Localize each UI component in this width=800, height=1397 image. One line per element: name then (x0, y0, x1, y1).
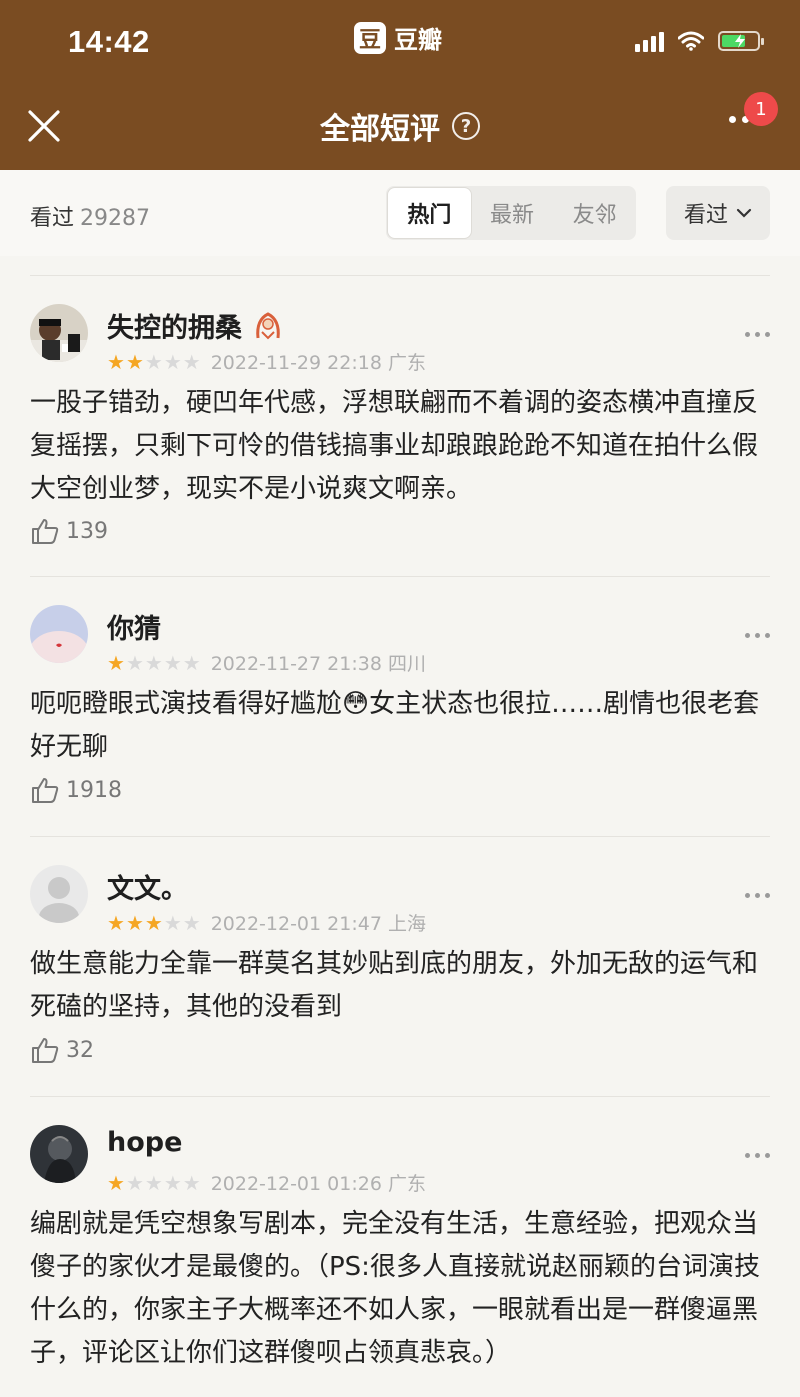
like-count: 32 (66, 1037, 94, 1063)
comment-date-location: 2022-12-01 21:47 上海 (210, 913, 426, 935)
comment-meta: ★ ★ ★ ★ ★ 2022-11-29 22:18 广东 (107, 348, 426, 375)
rating-stars: ★ ★ ★ ★ ★ (107, 653, 201, 673)
star-icon: ★ (163, 910, 182, 935)
star-icon: ★ (163, 349, 182, 374)
status-select-label: 看过 (683, 203, 728, 228)
username[interactable]: 文文。 (107, 867, 188, 906)
rating-stars: ★ ★ ★ ★ ★ (107, 913, 201, 933)
signal-icon (635, 30, 664, 52)
tab-friends[interactable]: 友邻 (553, 188, 636, 238)
watched-count: 看过 29287 (30, 200, 150, 232)
star-icon: ★ (144, 650, 163, 675)
avatar[interactable] (30, 605, 88, 663)
watched-label: 看过 (30, 206, 75, 231)
menu-dots-icon[interactable] (745, 893, 770, 898)
thumbs-up-icon (32, 519, 59, 544)
status-time: 14:42 (68, 24, 150, 59)
comment-text: 做生意能力全靠一群莫名其妙贴到底的朋友，外加无敌的运气和死磕的坚持，其他的没看到 (30, 949, 759, 1022)
comment-list: 失控的拥桑 ★ ★ ★ ★ ★ 2022-11-29 22:18 广东 一股子错劲，硬凹… (30, 275, 770, 1397)
tab-latest[interactable]: 最新 (471, 188, 554, 238)
thumbs-up-icon (32, 1038, 59, 1063)
star-icon: ★ (107, 1170, 125, 1195)
star-icon: ★ (182, 1170, 201, 1195)
status-select[interactable]: 看过 (666, 186, 770, 240)
star-icon: ★ (125, 650, 144, 675)
like-count: 139 (66, 518, 108, 544)
comment-date-location: 2022-11-29 22:18 广东 (210, 352, 426, 374)
comment-text: 一股子错劲，硬凹年代感，浮想联翩而不着调的姿态横冲直撞反复摇摆，只剩下可怜的借钱… (30, 388, 759, 504)
username-text: 你猜 (107, 614, 161, 645)
tab-hot[interactable]: 热门 (388, 188, 471, 238)
comment-meta: ★ ★ ★ ★ ★ 2022-12-01 21:47 上海 (107, 909, 426, 936)
comment-text: 编剧就是凭空想象写剧本，完全没有生活，生意经验，把观众当傻子的家伙才是最傻的。（… (30, 1209, 760, 1368)
sort-tabs: 热门 最新 友邻 (386, 186, 636, 240)
star-icon: ★ (163, 1170, 182, 1195)
douban-logo-icon: 豆 (354, 21, 386, 54)
username[interactable]: 失控的拥桑 (107, 306, 286, 345)
rating-stars: ★ ★ ★ ★ ★ (107, 1173, 201, 1193)
comment-date-location: 2022-11-27 21:38 四川 (210, 653, 426, 675)
star-icon: ★ (144, 349, 163, 374)
chevron-down-icon (736, 208, 752, 218)
username-text: 失控的拥桑 (107, 313, 242, 344)
like-button[interactable]: 139 (30, 516, 108, 546)
star-icon: ★ (125, 910, 144, 935)
username[interactable]: 你猜 (107, 607, 161, 646)
menu-dots-icon[interactable] (745, 1153, 770, 1158)
star-icon: ★ (182, 349, 201, 374)
app-name: 豆瓣 (394, 26, 442, 54)
username[interactable]: hope (107, 1127, 182, 1158)
username-text: hope (107, 1127, 183, 1158)
battery-icon (718, 31, 764, 51)
wifi-icon (678, 31, 704, 51)
watched-number: 29287 (80, 206, 151, 231)
status-icons (635, 30, 764, 52)
page-title-wrap: 全部短评 ? (0, 104, 800, 148)
comment-item: hope ★ ★ ★ ★ ★ 2022-12-01 01:26 广东 编剧就是凭空想象写… (30, 1097, 770, 1397)
notification-badge: 1 (744, 92, 778, 126)
avatar[interactable] (30, 1125, 88, 1183)
comment-date-location: 2022-12-01 01:26 广东 (210, 1173, 426, 1195)
star-icon: ★ (125, 349, 144, 374)
badge-figure-icon (256, 311, 280, 339)
avatar[interactable] (30, 865, 88, 923)
avatar[interactable] (30, 304, 88, 362)
comment-text: 呃呃瞪眼式演技看得好尴尬😳女主状态也很拉……剧情也很老套好无聊 (30, 689, 760, 762)
page-title: 全部短评 (320, 112, 440, 147)
like-button[interactable]: 1918 (30, 775, 122, 805)
app-logo: 豆 豆瓣 (354, 20, 442, 55)
comment-meta: ★ ★ ★ ★ ★ 2022-12-01 01:26 广东 (107, 1169, 426, 1196)
like-button[interactable]: 32 (30, 1035, 94, 1065)
menu-dots-icon[interactable] (745, 332, 770, 337)
star-icon: ★ (125, 1170, 144, 1195)
star-icon: ★ (107, 650, 125, 675)
comment-item: 文文。 ★ ★ ★ ★ ★ 2022-12-01 21:47 上海 做生意能力全靠一群莫… (30, 837, 770, 1097)
like-count: 1918 (66, 777, 122, 803)
comment-item: 你猜 ★ ★ ★ ★ ★ 2022-11-27 21:38 四川 呃呃瞪眼式演技看得好尴… (30, 577, 770, 837)
help-icon[interactable]: ? (452, 112, 480, 140)
star-icon: ★ (163, 650, 182, 675)
menu-dots-icon[interactable] (745, 633, 770, 638)
filter-bar: 看过 29287 热门 最新 友邻 看过 (0, 170, 800, 256)
comment-item: 失控的拥桑 ★ ★ ★ ★ ★ 2022-11-29 22:18 广东 一股子错劲，硬凹… (30, 276, 770, 577)
star-icon: ★ (107, 349, 125, 374)
star-icon: ★ (182, 910, 201, 935)
star-icon: ★ (182, 650, 201, 675)
star-icon: ★ (144, 910, 163, 935)
rating-stars: ★ ★ ★ ★ ★ (107, 352, 201, 372)
star-icon: ★ (107, 910, 125, 935)
top-header: 14:42 豆 豆瓣 全部短评 ? 1 (0, 0, 800, 170)
comment-meta: ★ ★ ★ ★ ★ 2022-11-27 21:38 四川 (107, 649, 426, 676)
star-icon: ★ (144, 1170, 163, 1195)
thumbs-up-icon (32, 778, 59, 803)
username-text: 文文。 (107, 874, 188, 905)
